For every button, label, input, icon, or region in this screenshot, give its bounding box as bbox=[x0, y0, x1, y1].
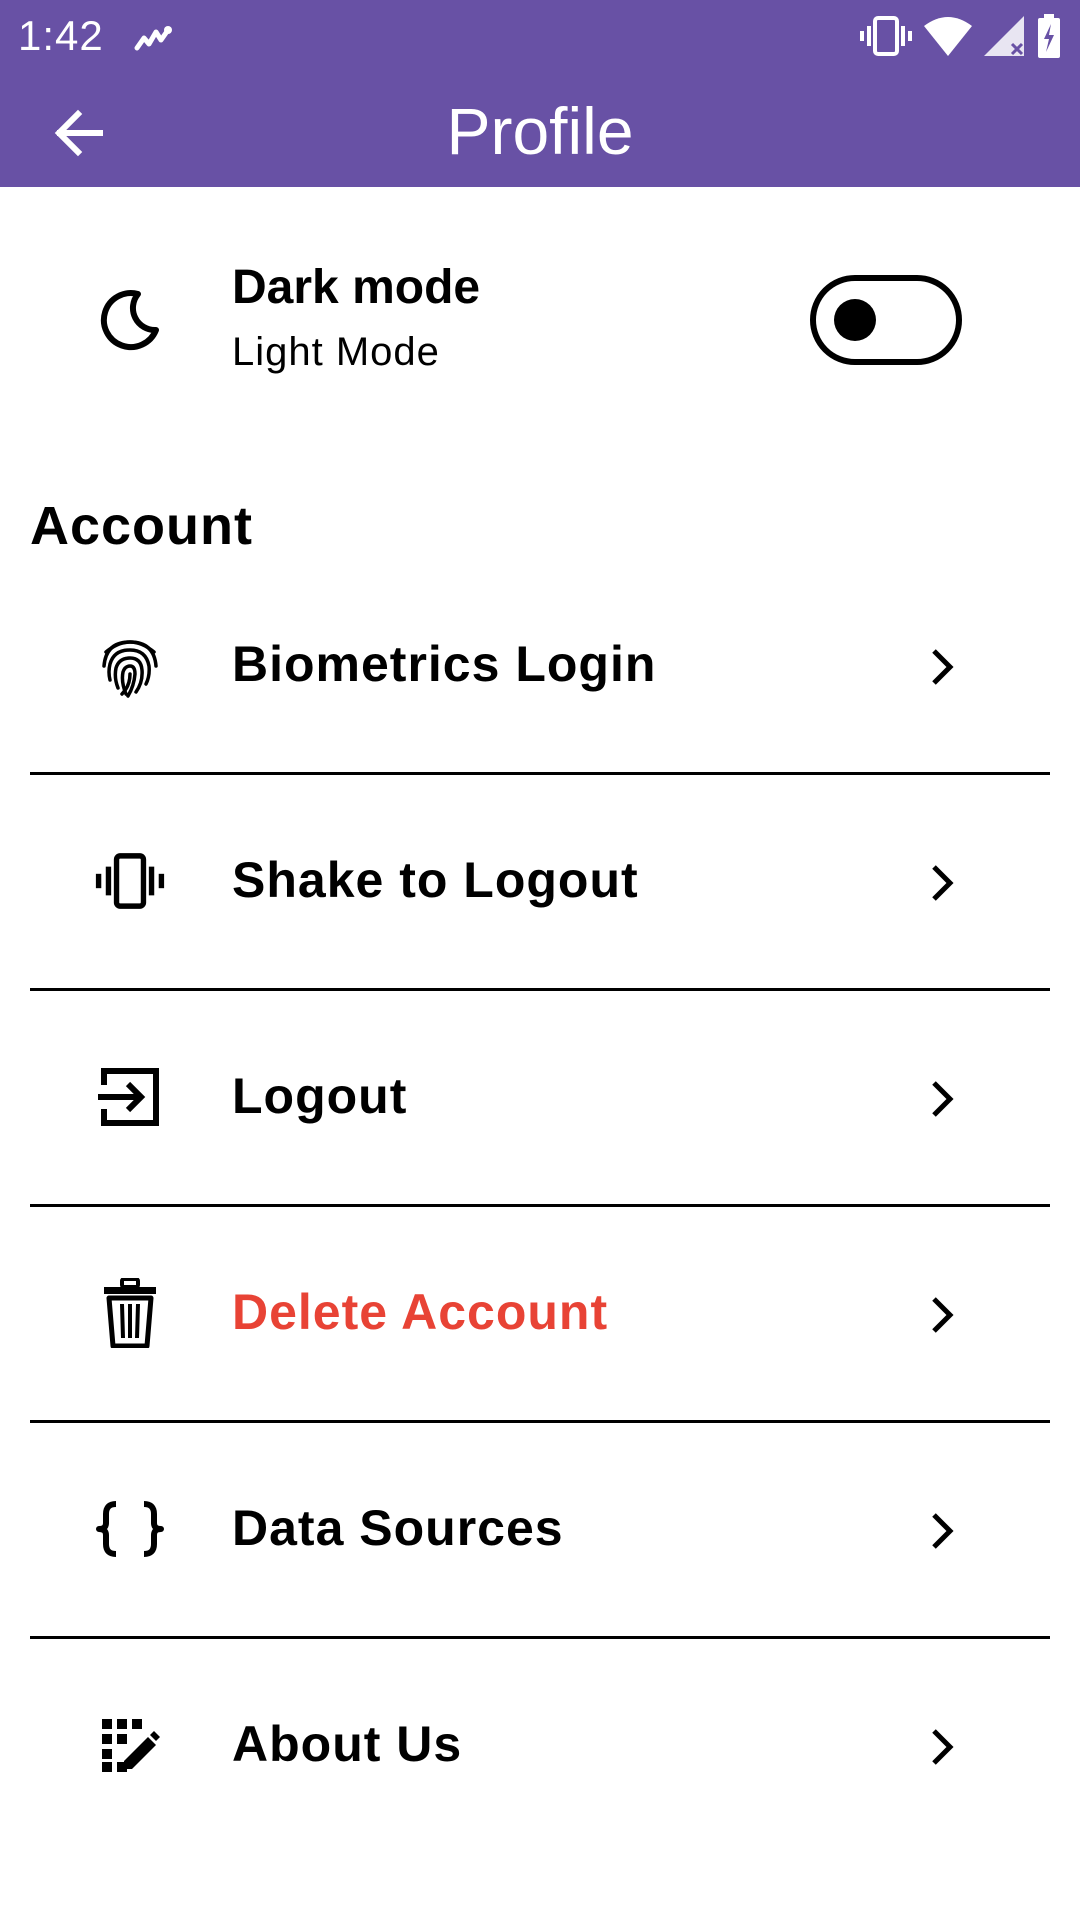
braces-icon bbox=[95, 1494, 165, 1564]
logout-icon bbox=[95, 1062, 165, 1132]
dark-mode-toggle[interactable] bbox=[810, 275, 962, 365]
chevron-right-icon bbox=[920, 1509, 964, 1553]
chevron-right-icon bbox=[920, 645, 964, 689]
menu-item-label: Shake to Logout bbox=[232, 852, 639, 908]
status-bar: 1:42 bbox=[0, 0, 1080, 75]
status-icons bbox=[860, 14, 1062, 63]
status-time: 1:42 bbox=[18, 12, 104, 59]
menu-item-biometrics-login[interactable]: Biometrics Login bbox=[0, 560, 1080, 776]
menu-item-data-sources[interactable]: Data Sources bbox=[0, 1424, 1080, 1640]
page-title: Profile bbox=[446, 94, 634, 168]
menu-item-label: Biometrics Login bbox=[232, 636, 657, 692]
divider bbox=[30, 1420, 1050, 1423]
moon-icon bbox=[95, 285, 165, 355]
chevron-right-icon bbox=[920, 1725, 964, 1769]
menu-item-delete-account[interactable]: Delete Account bbox=[0, 1208, 1080, 1424]
draw-icon bbox=[95, 1710, 165, 1780]
divider bbox=[30, 772, 1050, 775]
activity-icon bbox=[134, 24, 174, 59]
menu-item-logout[interactable]: Logout bbox=[0, 992, 1080, 1208]
vibrate-icon bbox=[95, 846, 165, 916]
wifi-icon bbox=[924, 16, 972, 61]
dark-mode-row: Dark mode Light Mode bbox=[0, 220, 1080, 420]
battery-charging-icon bbox=[1036, 14, 1062, 63]
chevron-right-icon bbox=[920, 1293, 964, 1337]
divider bbox=[30, 1204, 1050, 1207]
menu-item-label: Delete Account bbox=[232, 1284, 609, 1340]
menu-item-about-us[interactable]: About Us bbox=[0, 1640, 1080, 1856]
fingerprint-icon bbox=[95, 630, 165, 700]
signal-icon bbox=[984, 16, 1024, 61]
trash-icon bbox=[95, 1278, 165, 1348]
chevron-right-icon bbox=[920, 861, 964, 905]
menu-item-label: Data Sources bbox=[232, 1500, 564, 1556]
menu-item-label: Logout bbox=[232, 1068, 408, 1124]
menu-item-shake-to-logout[interactable]: Shake to Logout bbox=[0, 776, 1080, 992]
chevron-right-icon bbox=[920, 1077, 964, 1121]
toggle-knob bbox=[834, 299, 876, 341]
menu-item-label: About Us bbox=[232, 1716, 463, 1772]
dark-mode-subtitle: Light Mode bbox=[232, 330, 440, 374]
dark-mode-title: Dark mode bbox=[232, 261, 481, 314]
account-section-title: Account bbox=[30, 496, 253, 556]
vibrate-icon bbox=[860, 14, 912, 63]
app-bar: Profile bbox=[0, 75, 1080, 187]
divider bbox=[30, 988, 1050, 991]
divider bbox=[30, 1636, 1050, 1639]
